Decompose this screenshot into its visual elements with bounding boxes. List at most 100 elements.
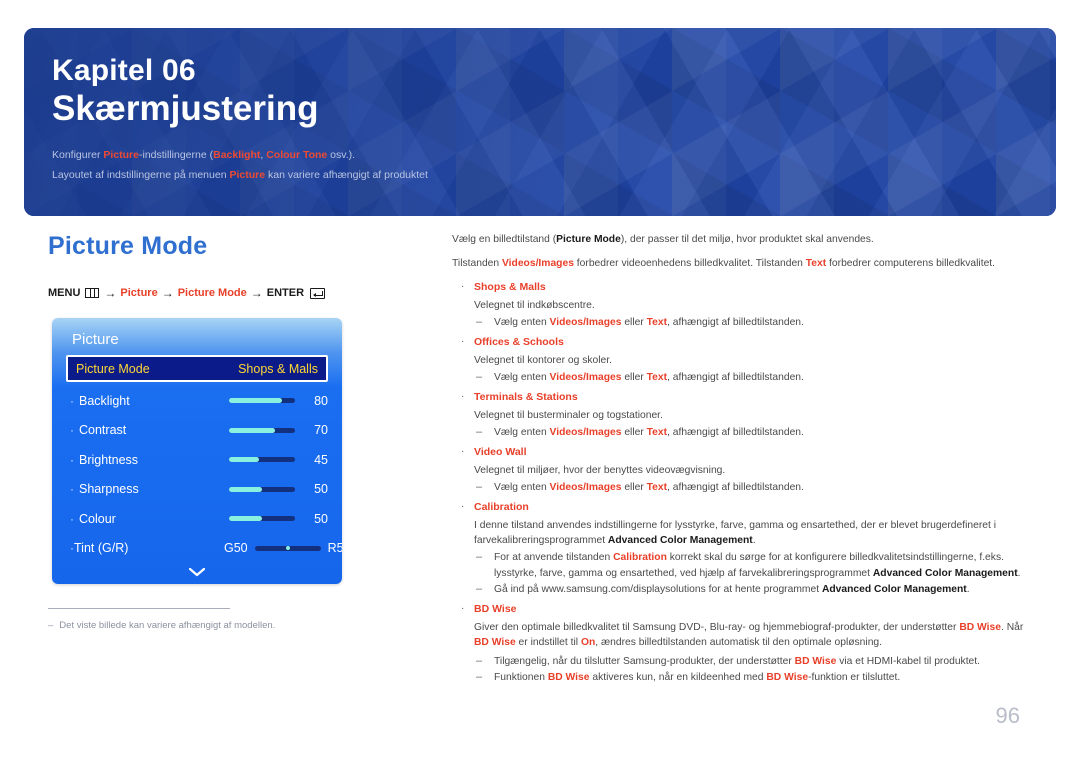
osd-row-label: Backlight	[79, 393, 130, 408]
banner-subtitle-line-2: Layoutet af indstillingerne på menuen Pi…	[52, 165, 1036, 185]
text-fragment: Layoutet af indstillingerne på menuen	[52, 169, 230, 182]
path-arrow: →	[104, 286, 117, 300]
text-fragment: Vælg enten	[494, 372, 550, 384]
dash-icon: ‒	[476, 316, 483, 329]
osd-row-colour[interactable]: · Colour 50	[66, 504, 328, 534]
bullet-dot-icon: ·	[461, 446, 465, 458]
sub-item: ‒ Vælg enten Videos/Images eller Text, a…	[474, 370, 1028, 385]
list-item-title: Video Wall	[474, 446, 527, 459]
text-fragment: Vælg enten	[494, 317, 550, 329]
footnote-text: Det viste billede kan variere afhængigt …	[59, 620, 276, 631]
text-fragment: Vælg enten	[494, 427, 550, 439]
text-fragment: eller	[621, 372, 647, 384]
osd-row-tint[interactable]: · Tint (G/R) G50 R50	[66, 534, 342, 564]
osd-row-value: 50	[314, 482, 328, 497]
menu-grid-icon	[85, 288, 100, 298]
dash-icon: ‒	[476, 371, 483, 384]
text-fragment: via et HDMI-kabel til produktet.	[836, 656, 980, 668]
text-fragment: Tilstanden	[452, 258, 502, 270]
list-item-offices-schools: · Offices & Schools Velegnet til kontore…	[452, 335, 1028, 385]
text-fragment: eller	[621, 482, 647, 494]
list-item-body: Velegnet til kontorer og skoler.	[474, 355, 612, 366]
osd-slider-contrast[interactable]	[229, 427, 295, 433]
term-calibration: Calibration	[613, 552, 667, 564]
highlight-picture: Picture	[103, 148, 139, 161]
term-text: Text	[646, 482, 668, 494]
text-fragment: Vælg en billedtilstand (	[452, 234, 557, 245]
text-fragment: forbedrer computerens billedkvalitet.	[826, 258, 996, 270]
osd-row-label: Picture Mode	[76, 361, 150, 376]
dash-icon: ‒	[476, 655, 483, 668]
list-item-body: Giver den optimale billedkvalitet til Sa…	[474, 620, 1028, 650]
list-item-calibration: · Calibration I denne tilstand anvendes …	[452, 500, 1028, 597]
footnote: ‒ Det viste billede kan variere afhængig…	[48, 608, 348, 631]
term-videos-images: Videos/Images	[549, 482, 622, 494]
path-item-picture-mode: Picture Mode	[177, 287, 247, 299]
path-item-picture: Picture	[120, 287, 158, 299]
chevron-down-icon[interactable]	[66, 565, 328, 580]
text-fragment: Konfigurer	[52, 148, 104, 161]
sub-item: ‒ Vælg enten Videos/Images eller Text, a…	[474, 315, 1028, 330]
intro-paragraph-1: Vælg en billedtilstand (Picture Mode), d…	[452, 232, 1028, 247]
term-bd-wise: BD Wise	[959, 621, 1001, 633]
osd-slider-sharpness[interactable]	[229, 486, 295, 492]
term-bd-wise: BD Wise	[547, 672, 590, 684]
chapter-number: Kapitel 06	[52, 54, 196, 87]
chapter-banner: Kapitel 06 Skærmjustering Konfigurer Pic…	[24, 28, 1056, 216]
term-videos-images: Videos/Images	[549, 372, 622, 384]
term-videos-images: Videos/Images	[549, 427, 622, 439]
osd-tint-left-label: G50	[224, 541, 248, 556]
osd-row-label: Brightness	[79, 452, 139, 467]
dash-icon: ‒	[476, 426, 483, 439]
text-fragment: forbedrer videoenhedens billedkvalitet. …	[573, 258, 806, 270]
sub-item: ‒ For at anvende tilstanden Calibration …	[474, 550, 1028, 580]
term-on: On	[580, 636, 596, 648]
term-bd-wise: BD Wise	[794, 656, 837, 668]
term-text: Text	[646, 427, 668, 439]
menu-path-breadcrumb: MENU → Picture → Picture Mode → ENTER	[48, 286, 326, 300]
text-fragment: . Når	[1001, 621, 1024, 633]
sub-item: ‒ Vælg enten Videos/Images eller Text, a…	[474, 425, 1028, 440]
term-bd-wise: BD Wise	[766, 672, 809, 684]
dash-icon: ‒	[476, 551, 483, 564]
osd-row-contrast[interactable]: · Contrast 70	[66, 416, 328, 446]
osd-slider-backlight[interactable]	[229, 398, 295, 404]
text-fragment: er indstillet til	[515, 636, 581, 648]
osd-row-picture-mode[interactable]: Picture Mode Shops & Malls	[66, 355, 328, 382]
osd-row-backlight[interactable]: · Backlight 80	[66, 386, 328, 416]
intro-paragraph-2: Tilstanden Videos/Images forbedrer video…	[452, 256, 1028, 271]
text-fragment: .	[1017, 567, 1021, 579]
banner-subtitle-line-1: Konfigurer Picture-indstillingerne (Back…	[52, 145, 1036, 165]
sub-item: ‒ Funktionen BD Wise aktiveres kun, når …	[474, 670, 1028, 685]
osd-slider-brightness[interactable]	[229, 457, 295, 463]
osd-row-brightness[interactable]: · Brightness 45	[66, 445, 328, 475]
text-fragment: eller	[621, 317, 647, 329]
text-fragment: , afhængigt af billedtilstanden.	[667, 372, 804, 384]
osd-slider-colour[interactable]	[229, 516, 295, 522]
bullet-dot-icon: ·	[461, 281, 465, 293]
list-item-terminals-stations: · Terminals & Stations Velegnet til bust…	[452, 390, 1028, 440]
sub-item: ‒ Vælg enten Videos/Images eller Text, a…	[474, 480, 1028, 495]
highlight-picture: Picture	[229, 169, 266, 182]
dash-icon: ‒	[476, 481, 483, 494]
list-item-body: I denne tilstand anvendes indstillingern…	[474, 518, 1028, 548]
osd-row-value: 80	[314, 393, 328, 408]
term-text: Text	[646, 317, 668, 329]
term-advanced-color-management: Advanced Color Management	[607, 535, 753, 547]
osd-slider-tint[interactable]	[254, 545, 321, 551]
sub-item: ‒ Tilgængelig, når du tilslutter Samsung…	[474, 654, 1028, 669]
osd-row-sharpness[interactable]: · Sharpness 50	[66, 475, 328, 505]
osd-row-label: Sharpness	[79, 482, 139, 497]
text-fragment: -indstillingerne (	[138, 148, 214, 161]
list-item-title: Offices & Schools	[474, 336, 564, 349]
osd-row-label: Tint (G/R)	[74, 541, 129, 556]
osd-bullet-dot: ·	[70, 393, 74, 408]
text-fragment: Tilgængelig, når du tilslutter Samsung-p…	[494, 656, 795, 668]
text-fragment: aktiveres kun, når en kildeenhed med	[589, 672, 767, 684]
term-picture-mode: Picture Mode	[556, 234, 621, 245]
term-videos-images: Videos/Images	[502, 258, 574, 270]
osd-row-value: Shops & Malls	[238, 361, 318, 376]
term-advanced-color-management: Advanced Color Management	[821, 583, 967, 595]
text-fragment: For at anvende tilstanden	[494, 552, 614, 564]
list-item-shops-malls: · Shops & Malls Velegnet til indkøbscent…	[452, 280, 1028, 330]
